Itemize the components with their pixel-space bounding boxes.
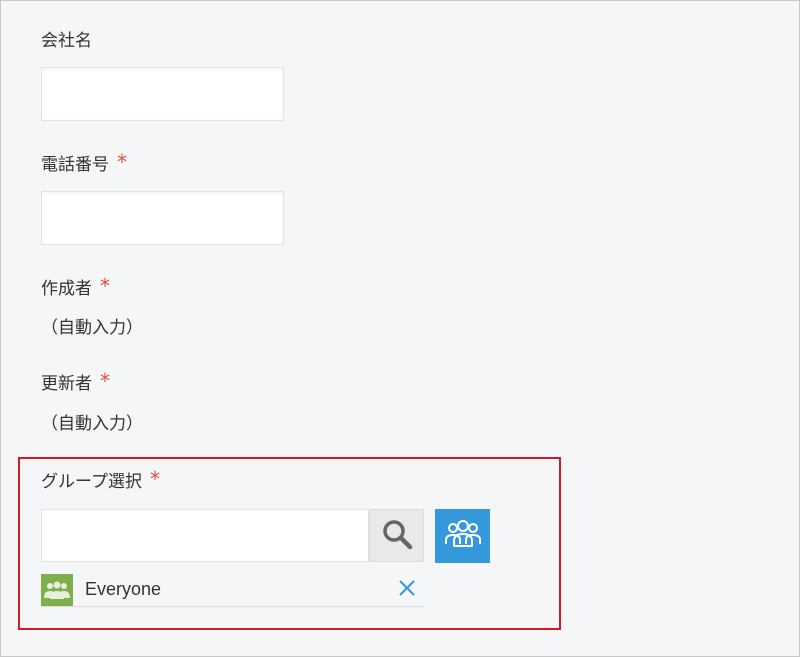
creator-label: 作成者 * <box>41 274 110 300</box>
group-picker-icon <box>443 516 483 556</box>
required-mark: * <box>100 369 110 393</box>
company-label: 会社名 <box>41 30 92 52</box>
form-panel: 会社名 電話番号 * 作成者 * （自動入力） 更新者 * （自動入力） グループ選択… <box>0 0 800 657</box>
group-label: グループ選択 * <box>41 467 160 493</box>
selected-group-item: Everyone <box>41 573 424 607</box>
group-search-button[interactable] <box>369 509 424 562</box>
updater-label-text: 更新者 <box>41 374 92 394</box>
required-mark: * <box>100 274 110 298</box>
group-search-input[interactable] <box>41 509 369 562</box>
phone-input[interactable] <box>41 191 284 245</box>
required-mark: * <box>117 150 127 174</box>
remove-group-button[interactable] <box>396 579 418 601</box>
creator-value: （自動入力） <box>41 318 143 338</box>
group-label-text: グループ選択 <box>41 472 142 492</box>
creator-label-text: 作成者 <box>41 279 92 299</box>
required-mark: * <box>149 467 160 491</box>
search-icon <box>380 517 414 555</box>
phone-label: 電話番号 * <box>41 150 127 176</box>
selected-group-name: Everyone <box>85 579 162 599</box>
phone-label-text: 電話番号 <box>41 155 109 175</box>
updater-value: （自動入力） <box>41 414 143 434</box>
company-label-text: 会社名 <box>41 31 92 51</box>
group-picker-button[interactable] <box>435 509 490 563</box>
company-input[interactable] <box>41 67 284 121</box>
close-icon <box>398 579 416 601</box>
group-icon <box>41 574 73 606</box>
updater-label: 更新者 * <box>41 369 110 395</box>
